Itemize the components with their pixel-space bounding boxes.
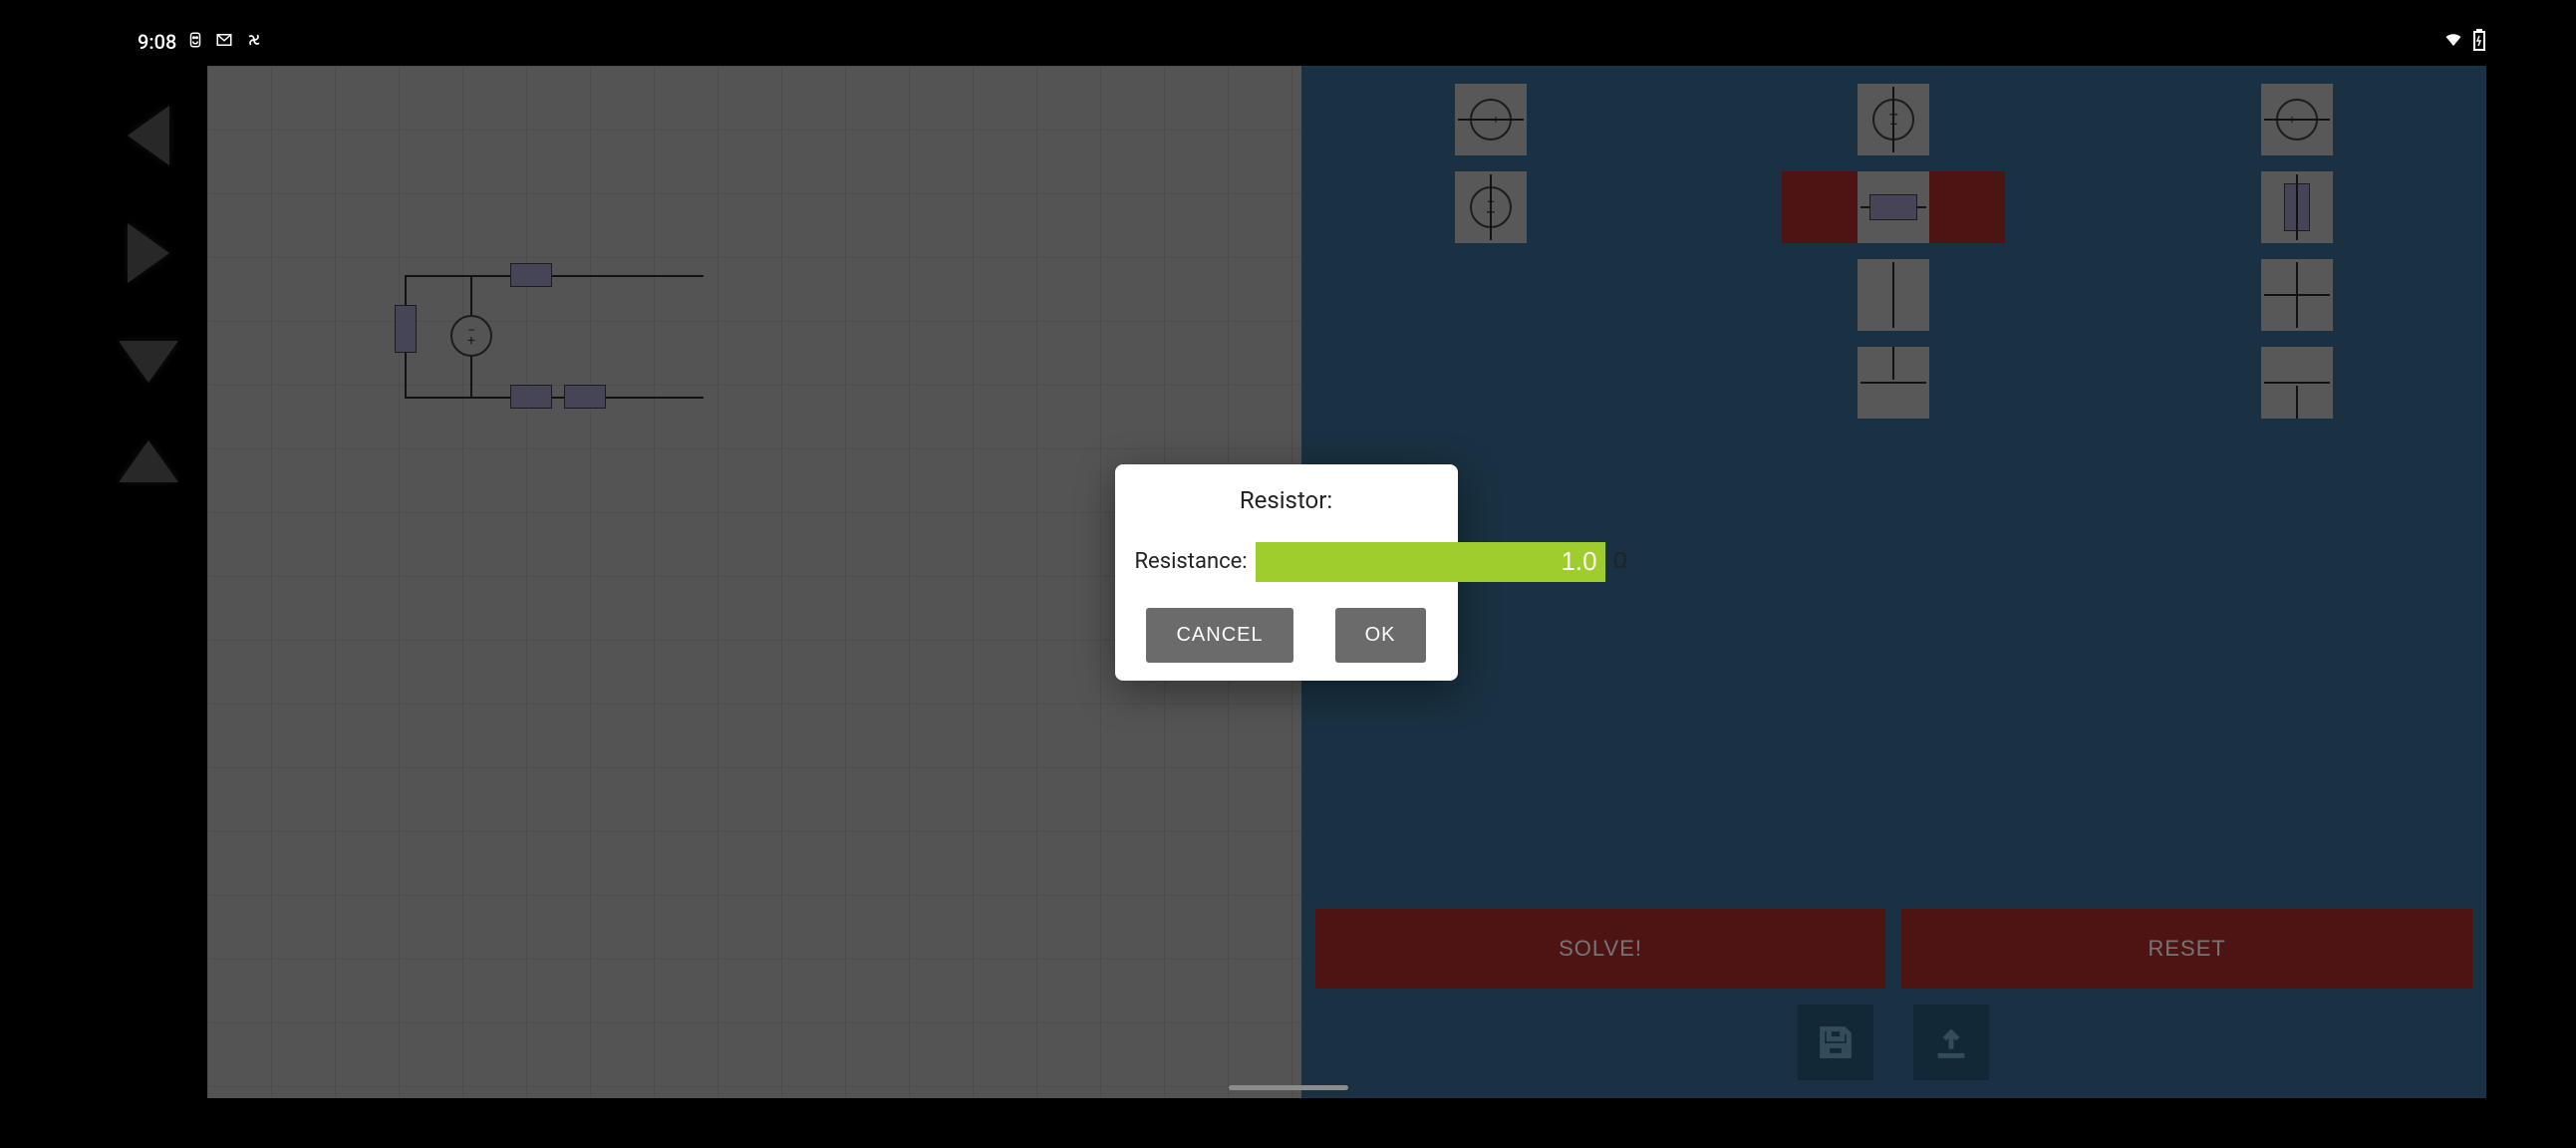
cancel-button[interactable]: CANCEL [1146,608,1292,663]
resistance-label: Resistance: [1135,549,1248,574]
fan-icon [244,30,264,55]
modal-overlay[interactable]: Resistor: Resistance: Ω CANCEL OK [90,66,2486,1098]
battery-icon [2472,29,2486,56]
ok-button[interactable]: OK [1335,608,1426,663]
resistance-unit: Ω [1613,549,1628,574]
resistance-input[interactable] [1256,542,1605,582]
dialog-title: Resistor: [1135,486,1438,514]
wifi-icon [2442,30,2464,54]
mail-icon [214,30,234,54]
sync-icon [186,30,204,54]
resistor-dialog: Resistor: Resistance: Ω CANCEL OK [1115,464,1458,681]
status-time: 9:08 [138,30,176,54]
status-bar: 9:08 [138,28,2486,56]
